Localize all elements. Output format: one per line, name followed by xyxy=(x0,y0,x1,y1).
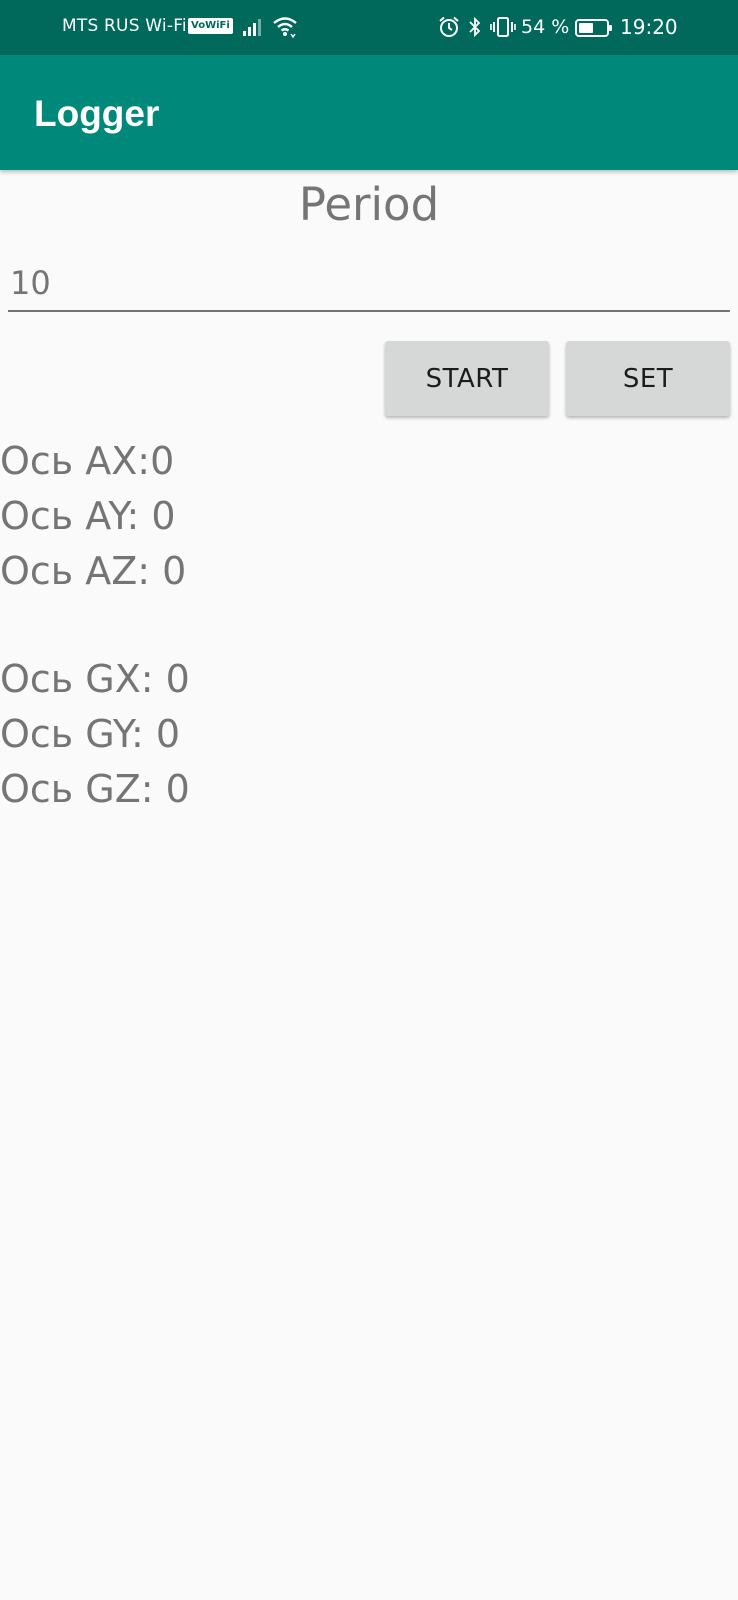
alarm-icon xyxy=(438,16,460,42)
reading-ax: Ось AX:0 xyxy=(0,439,175,483)
screen: MTS RUS Wi-Fi VoWiFi 54 % 19:20 Logger P… xyxy=(0,0,738,1600)
period-input[interactable] xyxy=(8,256,730,312)
vibrate-icon xyxy=(490,16,516,42)
readings-spacer xyxy=(0,599,190,652)
reading-gx: Ось GX: 0 xyxy=(0,657,190,701)
bluetooth-icon xyxy=(467,16,483,42)
battery-icon xyxy=(575,18,613,42)
period-label: Period xyxy=(298,178,440,231)
vowifi-badge: VoWiFi xyxy=(188,18,233,34)
reading-gz: Ось GZ: 0 xyxy=(0,767,190,811)
clock-time: 19:20 xyxy=(620,15,678,39)
wifi-icon xyxy=(272,15,298,43)
signal-icon xyxy=(242,17,262,41)
set-button[interactable]: SET xyxy=(566,341,730,416)
carrier-name: MTS RUS Wi-Fi xyxy=(62,16,187,36)
reading-ay: Ось AY: 0 xyxy=(0,494,176,538)
sensor-readings: Ось AX:0 Ось AY: 0 Ось AZ: 0 Ось GX: 0 О… xyxy=(0,434,190,817)
status-bar: MTS RUS Wi-Fi VoWiFi 54 % 19:20 xyxy=(0,0,738,55)
app-bar: Logger xyxy=(0,55,738,170)
reading-gy: Ось GY: 0 xyxy=(0,712,181,756)
start-button[interactable]: START xyxy=(385,341,549,416)
app-title: Logger xyxy=(34,93,160,134)
battery-percent: 54 % xyxy=(521,16,570,38)
reading-az: Ось AZ: 0 xyxy=(0,549,187,593)
